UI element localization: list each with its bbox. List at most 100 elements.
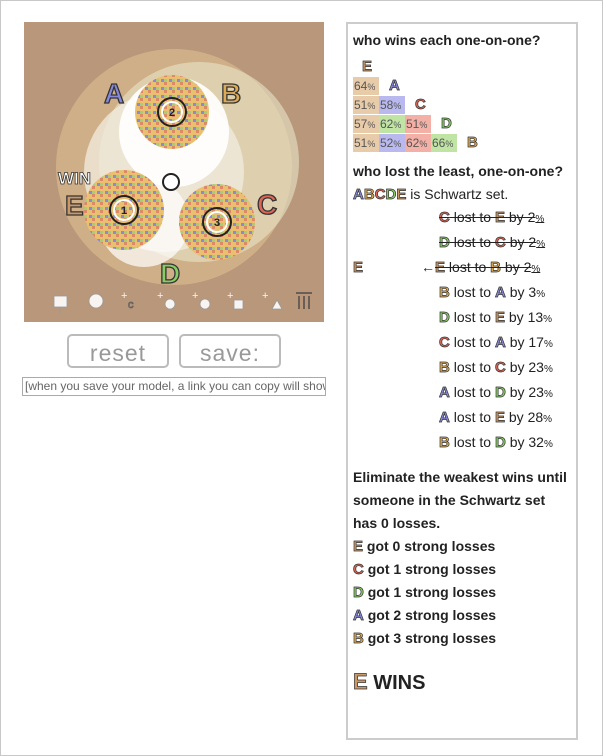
- svg-text:+: +: [157, 290, 163, 302]
- eliminated-letter: E: [353, 259, 364, 277]
- matrix-header-letter: A: [389, 77, 401, 95]
- matrix-cell: 51%: [353, 134, 379, 152]
- strong-losses-list: E got 0 strong losses C got 1 strong loss…: [353, 535, 571, 650]
- save-link-field[interactable]: [when you save your model, a link you ca…: [22, 377, 326, 396]
- voter-group-2[interactable]: 2: [135, 75, 209, 149]
- loser-letter: D: [439, 309, 451, 327]
- winner-letter: A: [494, 334, 507, 352]
- loss-row: B lost to C by 23%: [439, 359, 553, 377]
- candidate-letter: B: [353, 630, 365, 648]
- matrix-cell: 66%: [431, 134, 457, 152]
- matrix-row: 57% 62% 51% D: [353, 112, 571, 133]
- candidate-letter: D: [353, 584, 365, 602]
- loser-letter: C: [439, 209, 451, 227]
- voter-group-3[interactable]: 3: [179, 184, 255, 260]
- loser-letter: A: [439, 409, 451, 427]
- loss-row: D lost to C by 2%: [439, 234, 546, 252]
- save-button[interactable]: save:: [179, 334, 281, 368]
- svg-text:+: +: [227, 290, 233, 302]
- reset-button[interactable]: reset: [67, 334, 169, 368]
- voter-group-1[interactable]: 1: [84, 170, 164, 250]
- svg-text:+: +: [192, 290, 198, 302]
- schwartz-letter: B: [363, 186, 375, 204]
- loss-row: E ←E lost to B by 2%: [353, 259, 541, 277]
- candidate-d[interactable]: D: [159, 257, 181, 289]
- add-candidate-icon[interactable]: +c: [121, 290, 134, 311]
- add-grid-icon[interactable]: +: [227, 290, 244, 310]
- winner-line: E WINS: [353, 670, 571, 695]
- svg-text:+: +: [262, 290, 268, 302]
- strong-loss-row: B got 3 strong losses: [353, 630, 497, 648]
- matrix-cell: 62%: [405, 134, 431, 152]
- winner-letter: C: [494, 234, 507, 252]
- strong-loss-row: C got 1 strong losses: [353, 561, 497, 579]
- add-voter-icon[interactable]: +: [157, 290, 176, 310]
- schwartz-text: is Schwartz set.: [410, 186, 509, 202]
- add-triangle-icon[interactable]: +: [262, 290, 283, 310]
- matrix-header-letter: C: [415, 96, 427, 114]
- voter-group-label: 3: [214, 217, 220, 229]
- loser-letter: B: [439, 359, 451, 377]
- heading-lost-least: who lost the least, one-on-one?: [353, 163, 563, 179]
- winner-letter: E: [353, 669, 368, 694]
- winner-letter: A: [494, 284, 507, 302]
- loss-row: D lost to E by 13%: [439, 309, 553, 327]
- strong-loss-row: A got 2 strong losses: [353, 607, 497, 625]
- dropdown-icon[interactable]: [53, 295, 68, 314]
- matrix-header-letter: D: [441, 115, 453, 133]
- matrix-row: 51% 52% 62% 66% B: [353, 131, 571, 152]
- candidate-letter: C: [353, 561, 365, 579]
- candidate-letter: A: [353, 607, 365, 625]
- matrix-row: 51% 58% C: [353, 93, 571, 114]
- winner-letter: C: [494, 359, 507, 377]
- add-voter-group-icon[interactable]: +: [192, 290, 211, 310]
- loss-row: A lost to E by 28%: [439, 409, 553, 427]
- matrix-row: E: [353, 55, 571, 76]
- candidate-b[interactable]: B: [220, 77, 242, 109]
- win-label: WIN: [58, 169, 91, 188]
- schwartz-letter: E: [396, 186, 407, 204]
- arrow-left-icon: ←: [421, 259, 436, 275]
- wins-text: WINS: [373, 672, 426, 694]
- loss-row: A lost to D by 23%: [439, 384, 553, 402]
- matrix-cell: 52%: [379, 134, 405, 152]
- loss-row: C lost to E by 2%: [439, 209, 545, 227]
- winner-letter: E: [494, 409, 506, 427]
- losses-list: C lost to E by 2% D lost to C by 2% E ←E l…: [353, 206, 571, 456]
- heading-eliminate: Eliminate the weakest wins until someone…: [353, 469, 567, 531]
- winner-letter: E: [494, 209, 506, 227]
- loss-row: B lost to D by 32%: [439, 434, 553, 452]
- schwartz-letter: C: [374, 186, 386, 204]
- schwartz-letter: A: [353, 186, 365, 204]
- candidate-e[interactable]: E: [64, 189, 84, 221]
- voter-map[interactable]: 2 1 3 A B C D E WIN +c + + + +: [24, 22, 324, 322]
- loser-letter: C: [439, 334, 451, 352]
- candidate-letter: E: [353, 538, 364, 556]
- average-voter-marker[interactable]: [162, 173, 180, 191]
- loser-letter: D: [439, 234, 451, 252]
- strong-loss-row: D got 1 strong losses: [353, 584, 497, 602]
- loser-letter: B: [439, 284, 451, 302]
- candidate-c[interactable]: C: [256, 188, 278, 220]
- loser-letter: B: [439, 434, 451, 452]
- loser-letter: A: [439, 384, 451, 402]
- loss-row: C lost to A by 17%: [439, 334, 553, 352]
- loser-letter: E: [435, 259, 446, 277]
- winner-letter: D: [494, 434, 507, 452]
- winner-letter: B: [490, 259, 502, 277]
- winner-letter: E: [494, 309, 506, 327]
- schwartz-letter: D: [385, 186, 397, 204]
- results-panel: who wins each one-on-one? E 64% A 51% 58% C 57…: [346, 22, 578, 740]
- winner-letter: D: [494, 384, 507, 402]
- schwartz-set-line: ABCDE is Schwartz set.: [353, 183, 571, 206]
- trash-icon[interactable]: [296, 292, 312, 309]
- loss-row: B lost to A by 3%: [439, 284, 546, 302]
- simulation-canvas[interactable]: 2 1 3 A B C D E WIN + c + + + +: [24, 22, 324, 322]
- svg-text:+: +: [121, 290, 127, 302]
- matrix-row: 64% A: [353, 74, 571, 95]
- matrix-header-letter: B: [467, 134, 479, 152]
- candidate-a[interactable]: A: [103, 77, 125, 109]
- voter-group-label: 2: [169, 107, 175, 119]
- gear-icon[interactable]: [88, 293, 104, 309]
- add-candidate-label: c: [128, 299, 134, 311]
